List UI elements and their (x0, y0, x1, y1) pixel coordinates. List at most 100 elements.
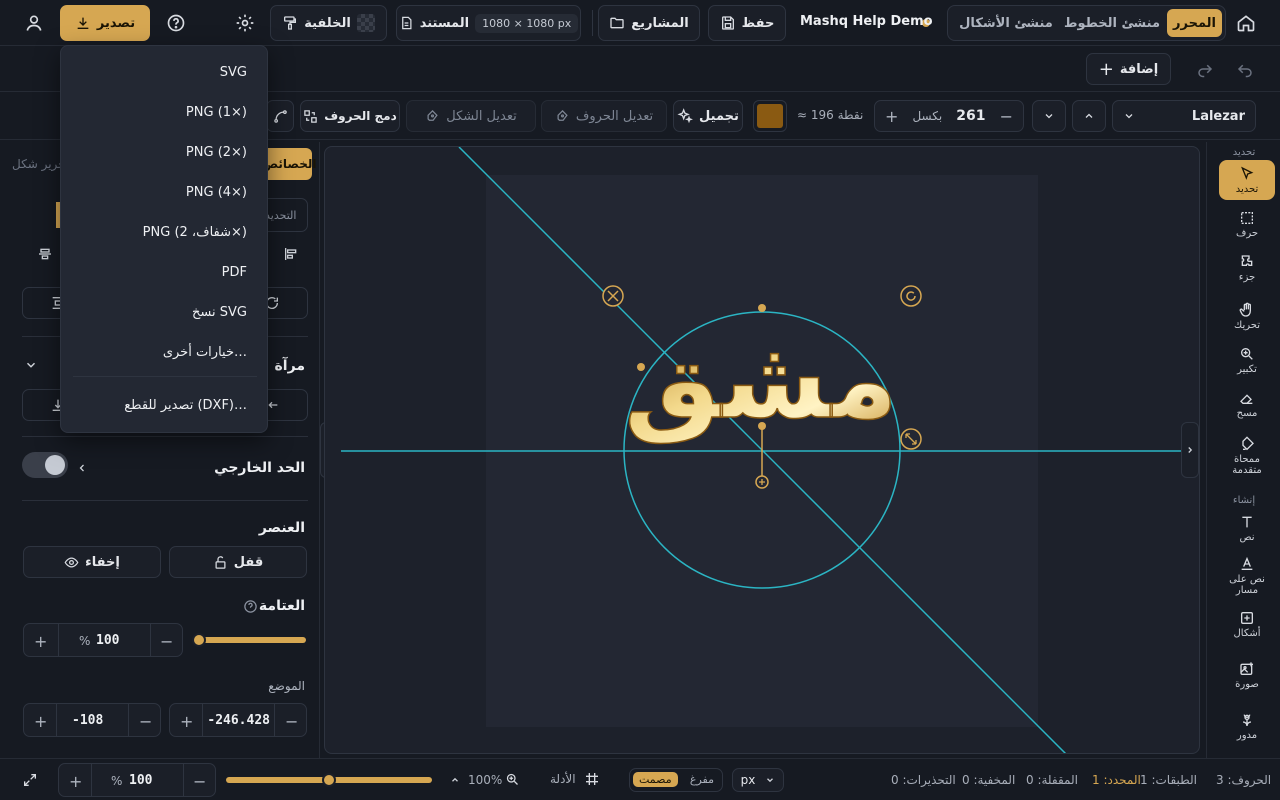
color-fill (757, 104, 783, 128)
outline-title: الحد الخارجي (214, 460, 305, 476)
home-icon[interactable] (1236, 13, 1256, 33)
chevron-left-icon[interactable] (76, 462, 88, 474)
zoom-in-icon[interactable] (505, 772, 520, 787)
export-pdf-item[interactable]: PDF (222, 265, 247, 280)
guides-toggle[interactable]: الأدلة (550, 771, 600, 787)
font-next-button[interactable] (1072, 100, 1106, 132)
zoom-increase-button[interactable]: + (69, 772, 82, 791)
opacity-slider-knob[interactable] (192, 633, 206, 647)
zoom-decrease-button[interactable]: − (193, 772, 206, 791)
collapse-right-panel-button[interactable] (1181, 422, 1199, 478)
position-x-value[interactable]: -246.428 (204, 713, 270, 728)
undo-icon[interactable] (1236, 60, 1254, 78)
y-decrease-button[interactable]: − (139, 712, 152, 731)
chevron-up-icon[interactable] (450, 775, 460, 785)
hand-icon (1239, 302, 1255, 318)
fill-mode-toggle[interactable]: مفرغ مصمت (629, 768, 723, 792)
document-label: المستند (419, 15, 470, 31)
paint-roller-icon (282, 15, 298, 31)
save-button[interactable]: حفظ (708, 5, 786, 41)
color-swatch[interactable] (753, 100, 787, 132)
copy-svg-item[interactable]: نسخ SVG (192, 305, 247, 320)
flower-icon (1239, 712, 1255, 728)
position-y-stepper[interactable]: + -108 − (23, 703, 161, 737)
edit-letters-button[interactable]: تعديل الحروف (541, 100, 667, 132)
opacity-value[interactable]: 100 (96, 633, 119, 648)
export-png-1x-item[interactable]: PNG (1×) (186, 105, 247, 120)
align-center-icon[interactable] (37, 246, 53, 262)
outline-toggle[interactable] (22, 452, 68, 478)
unit-select[interactable]: px (732, 768, 784, 792)
x-decrease-button[interactable]: − (285, 712, 298, 731)
canvas[interactable]: مشق (324, 146, 1200, 754)
divider (128, 704, 129, 736)
more-options-item[interactable]: خيارات أخرى… (163, 345, 247, 360)
tool-letter[interactable]: حرف (1219, 210, 1275, 239)
export-png-4x-item[interactable]: PNG (4×) (186, 185, 247, 200)
tool-zoom[interactable]: تكبير (1219, 346, 1275, 375)
user-icon[interactable] (24, 13, 44, 33)
mode-solid[interactable]: مصمت (633, 772, 678, 787)
size-decrease-button[interactable]: − (1000, 107, 1013, 126)
export-png-2x-item[interactable]: PNG (2×) (186, 145, 247, 160)
size-increase-button[interactable]: + (885, 107, 898, 126)
gear-icon[interactable] (235, 13, 255, 33)
tool-image[interactable]: صورة (1219, 661, 1275, 690)
opacity-stepper[interactable]: + % 100 − (23, 623, 183, 657)
export-dxf-item[interactable]: تصدير للقطع (DXF)… (124, 398, 247, 413)
tab-font-builder[interactable]: منشئ الخطوط (1062, 9, 1162, 37)
tool-advanced-eraser[interactable]: ممحاة متقدمة (1219, 436, 1275, 476)
font-select[interactable]: Lalezar (1112, 100, 1256, 132)
pen-icon (425, 109, 440, 124)
size-stepper[interactable]: + بكسل 261 − (874, 100, 1024, 132)
position-y-value[interactable]: -108 (72, 713, 103, 728)
opacity-slider-track[interactable] (198, 637, 306, 643)
merge-letters-button[interactable]: دمج الحروف (300, 100, 400, 132)
zoom-slider-knob[interactable] (322, 773, 336, 787)
opacity-decrease-button[interactable]: − (160, 632, 173, 651)
y-increase-button[interactable]: + (34, 712, 47, 731)
edit-shape-button[interactable]: تعديل الشكل (406, 100, 536, 132)
help-icon[interactable] (166, 13, 186, 33)
tool-erase[interactable]: مسح (1219, 390, 1275, 419)
tool-text-path[interactable]: نص على مسار (1219, 556, 1275, 596)
background-button[interactable]: الخلفية (270, 5, 387, 41)
expand-icon[interactable] (22, 772, 38, 788)
tool-label: جزء (1238, 272, 1256, 283)
export-svg-item[interactable]: SVG (220, 65, 247, 80)
tool-select[interactable]: تحديد (1219, 160, 1275, 200)
tab-shape-builder[interactable]: منشئ الأشكال (954, 9, 1058, 37)
chevron-down-icon[interactable] (24, 358, 38, 372)
x-increase-button[interactable]: + (180, 712, 193, 731)
download-icon (75, 15, 91, 31)
add-button[interactable]: + إضافة (1086, 53, 1171, 85)
align-left-icon[interactable] (283, 246, 299, 262)
export-button[interactable]: تصدير (60, 5, 150, 41)
font-prev-button[interactable] (1032, 100, 1066, 132)
tool-shapes[interactable]: أشكال (1219, 610, 1275, 639)
transparency-swatch (356, 14, 375, 32)
tool-part[interactable]: جزء (1219, 254, 1275, 283)
lock-button[interactable]: قفل (169, 546, 307, 578)
tab-editor[interactable]: المحرر (1167, 9, 1222, 37)
tool-rounder[interactable]: مدور (1219, 712, 1275, 741)
size-value[interactable]: 261 (956, 108, 985, 124)
export-png-transparent-item[interactable]: PNG (شفاف، 2×) (143, 225, 247, 240)
mode-hollow[interactable]: مفرغ (690, 773, 714, 786)
tool-text[interactable]: نص (1219, 514, 1275, 543)
position-title: الموضع (268, 679, 305, 693)
path-tool-button[interactable] (266, 100, 294, 132)
hide-button[interactable]: إخفاء (23, 546, 161, 578)
section-create-label: إنشاء (1232, 495, 1256, 506)
document-button[interactable]: المستند 1080 × 1080 px (396, 5, 581, 41)
help-icon[interactable] (243, 599, 258, 614)
zoom-stepper[interactable]: + % 100 − (58, 763, 216, 797)
beautify-button[interactable]: تجميل (673, 100, 743, 132)
background-label: الخلفية (304, 15, 351, 31)
redo-icon[interactable] (1196, 60, 1214, 78)
opacity-increase-button[interactable]: + (34, 632, 47, 651)
zoom-value[interactable]: 100 (129, 773, 152, 788)
tool-move[interactable]: تحريك (1219, 302, 1275, 331)
projects-button[interactable]: المشاريع (598, 5, 700, 41)
position-x-stepper[interactable]: + -246.428 − (169, 703, 307, 737)
